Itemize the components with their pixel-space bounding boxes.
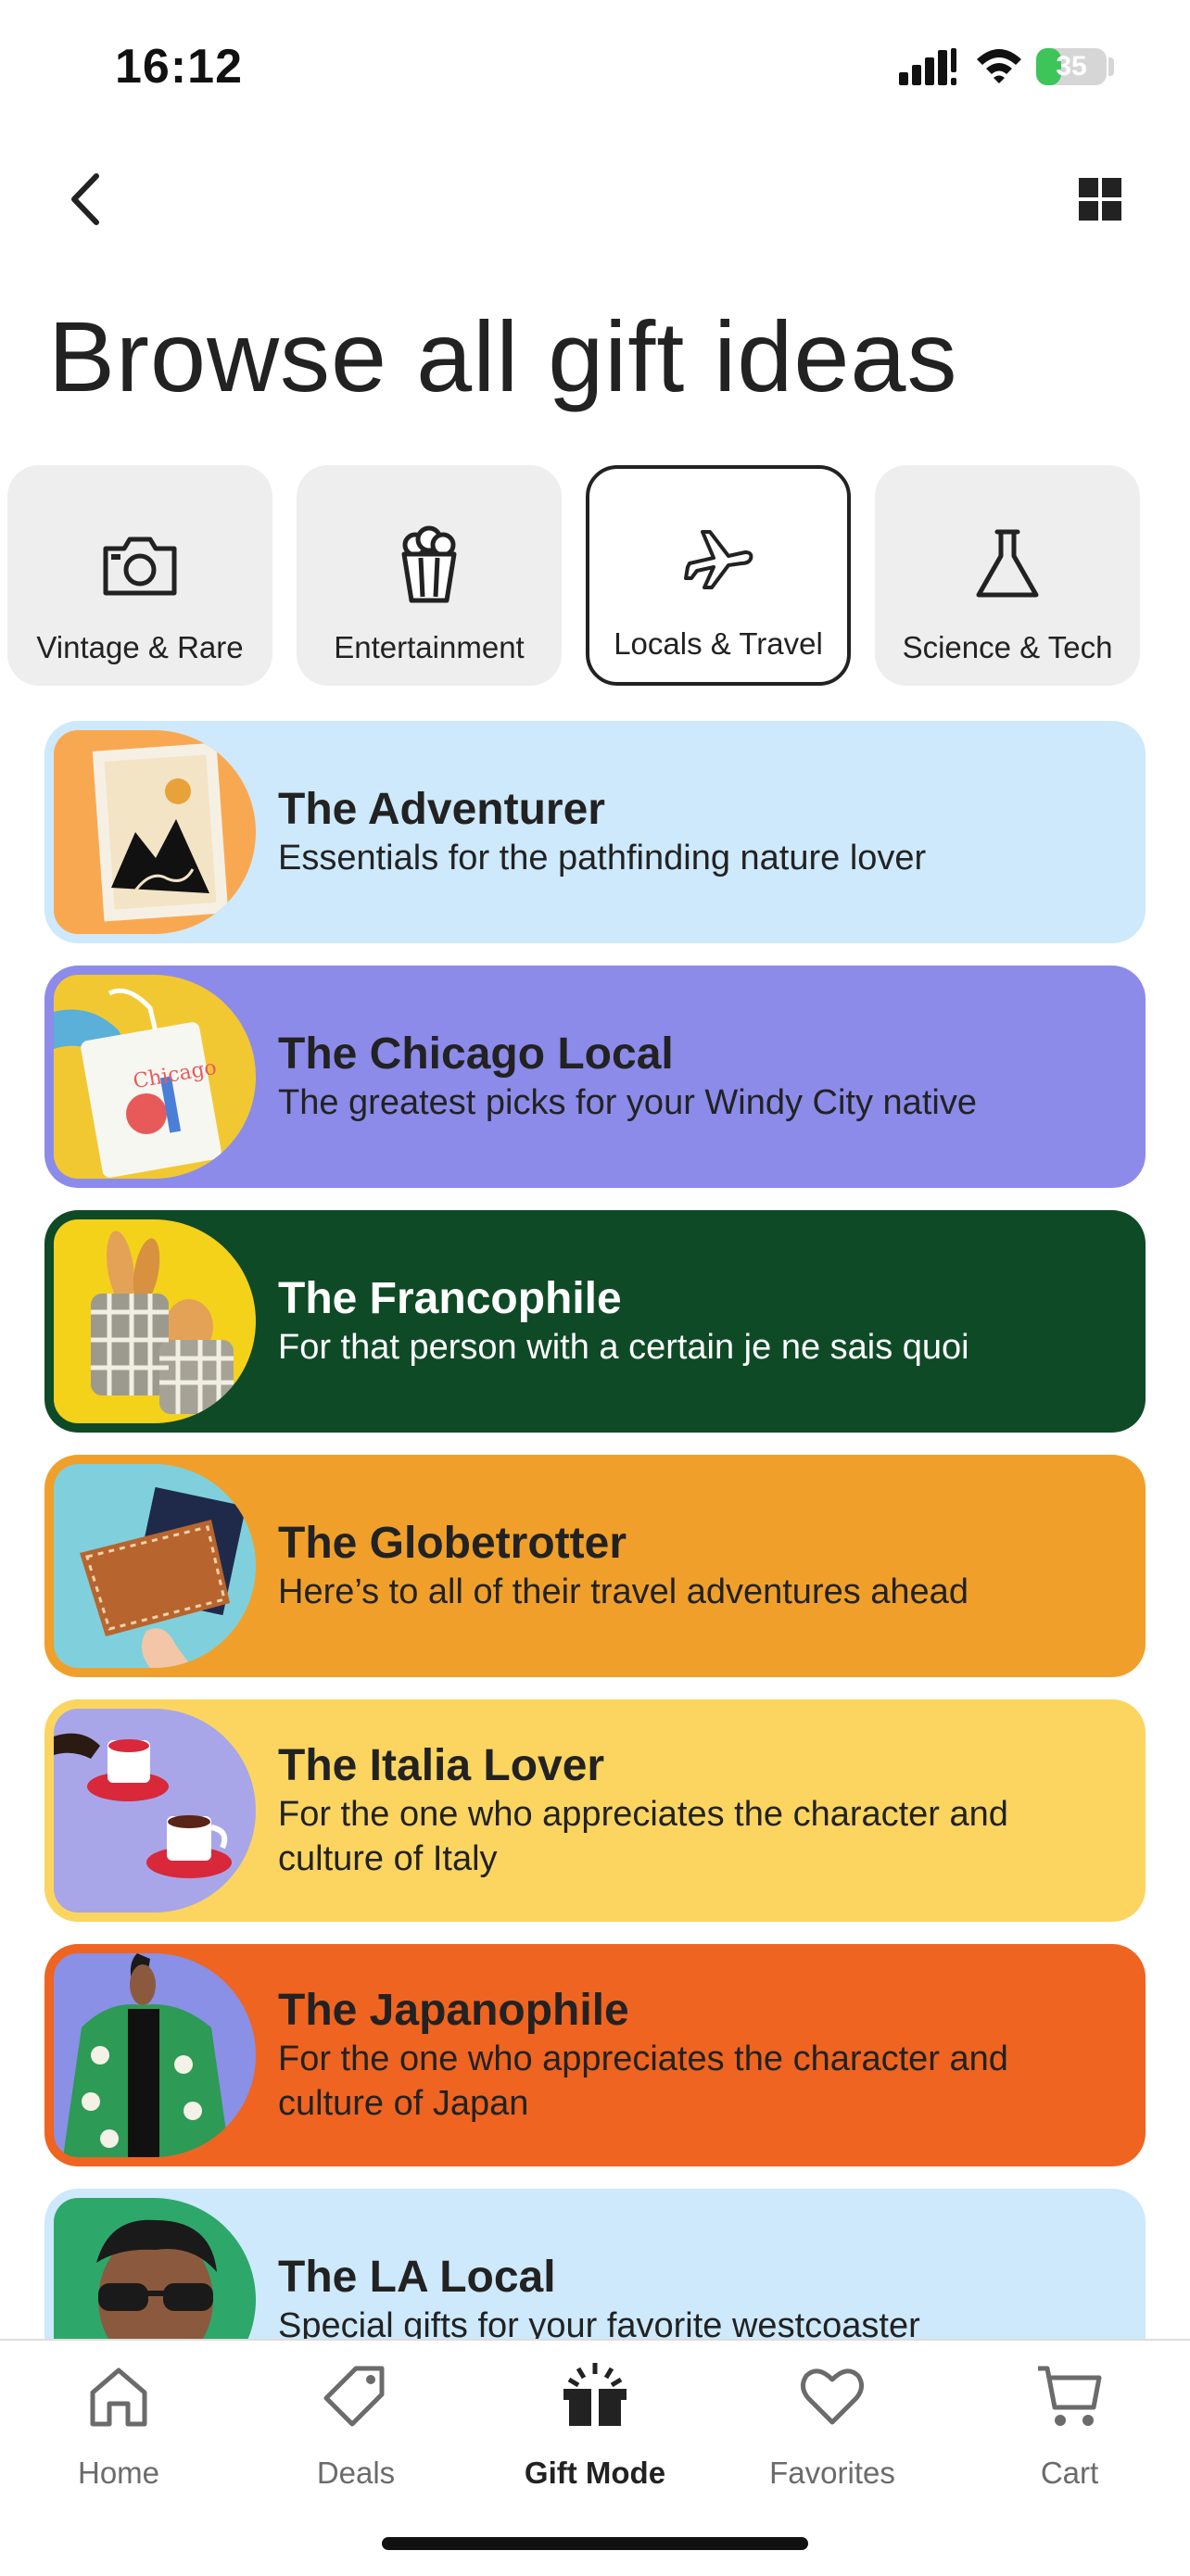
status-bar: 16:12 35 <box>0 0 1190 130</box>
collection-subtitle: For the one who appreciates the characte… <box>278 1795 1008 1878</box>
category-label: Locals & Travel <box>614 626 823 661</box>
collection-subtitle: For that person with a certain je ne sai… <box>278 1328 969 1367</box>
collection-title: The Chicago Local <box>278 1029 674 1079</box>
category-label: Entertainment <box>334 630 525 664</box>
tab-label: Deals <box>316 2456 396 2490</box>
battery-nub <box>1108 57 1114 76</box>
collection-title: The LA Local <box>278 2253 556 2302</box>
collection-image <box>54 1219 256 1423</box>
collection-title: The Adventurer <box>278 785 605 834</box>
tab-gift-mode[interactable]: Gift Mode <box>502 2359 688 2490</box>
collection-image: Chicago <box>54 975 256 1179</box>
page-title: Browse all gift ideas <box>48 300 958 412</box>
grid-icon <box>1079 178 1121 221</box>
category-row: Vintage & Rare Entertainment Locals & Tr… <box>0 463 1190 691</box>
back-button[interactable] <box>56 167 120 232</box>
collection-image <box>54 1709 256 1913</box>
collection-card-francophile[interactable]: The Francophile For that person with a c… <box>44 1210 1146 1433</box>
collection-subtitle: Essentials for the pathfinding nature lo… <box>278 839 927 878</box>
popcorn-icon <box>401 525 457 603</box>
heart-icon <box>801 2368 864 2425</box>
tab-home[interactable]: Home <box>26 2359 211 2490</box>
category-vintage-rare[interactable]: Vintage & Rare <box>7 465 272 686</box>
battery-indicator: 35 <box>1036 48 1107 85</box>
signal-icon <box>899 48 956 85</box>
category-label: Vintage & Rare <box>36 630 244 664</box>
camera-icon <box>103 537 177 596</box>
collection-card-italia-lover[interactable]: The Italia Lover For the one who appreci… <box>44 1699 1146 1922</box>
cart-icon <box>1038 2366 1102 2426</box>
collection-card-chicago-local[interactable]: Chicago The Chicago Local The greatest p… <box>44 966 1146 1188</box>
collection-title: The Japanophile <box>278 1986 629 2035</box>
tab-deals[interactable]: Deals <box>263 2359 449 2490</box>
nav-bar <box>0 148 1190 250</box>
gift-icon <box>563 2363 627 2426</box>
battery-text: 35 <box>1056 51 1087 82</box>
wifi-icon <box>977 49 1021 83</box>
tab-label: Cart <box>1040 2456 1099 2490</box>
category-label: Science & Tech <box>902 630 1113 664</box>
collection-image <box>54 730 256 934</box>
home-icon <box>90 2368 147 2427</box>
collection-subtitle: Here’s to all of their travel adventures… <box>278 1572 968 1611</box>
collection-card-globetrotter[interactable]: The Globetrotter Here’s to all of their … <box>44 1455 1146 1677</box>
tab-label: Home <box>77 2456 160 2490</box>
tab-label: Favorites <box>769 2456 895 2490</box>
chevron-left-icon <box>71 173 99 225</box>
tab-favorites[interactable]: Favorites <box>740 2359 925 2490</box>
category-locals-travel[interactable]: Locals & Travel <box>586 465 851 686</box>
collection-image <box>54 1464 256 1668</box>
collection-title: The Globetrotter <box>278 1519 627 1568</box>
category-science-tech[interactable]: Science & Tech <box>875 465 1140 686</box>
collection-subtitle: For the one who appreciates the characte… <box>278 2039 1008 2123</box>
collection-card-japanophile[interactable]: The Japanophile For the one who apprecia… <box>44 1944 1146 2166</box>
collection-title: The Francophile <box>278 1274 622 1323</box>
tab-label: Gift Mode <box>524 2456 666 2490</box>
grid-view-button[interactable] <box>1070 169 1131 230</box>
collection-image <box>54 1953 256 2157</box>
tab-cart[interactable]: Cart <box>977 2359 1162 2490</box>
tag-icon <box>323 2366 385 2427</box>
collection-card-adventurer[interactable]: The Adventurer Essentials for the pathfi… <box>44 721 1146 943</box>
category-entertainment[interactable]: Entertainment <box>297 465 562 686</box>
status-time: 16:12 <box>115 40 243 94</box>
flask-icon <box>976 529 1039 598</box>
airplane-icon <box>684 530 753 589</box>
collection-title: The Italia Lover <box>278 1741 605 1790</box>
home-indicator[interactable] <box>382 2537 808 2550</box>
collection-subtitle: The greatest picks for your Windy City n… <box>278 1083 977 1122</box>
